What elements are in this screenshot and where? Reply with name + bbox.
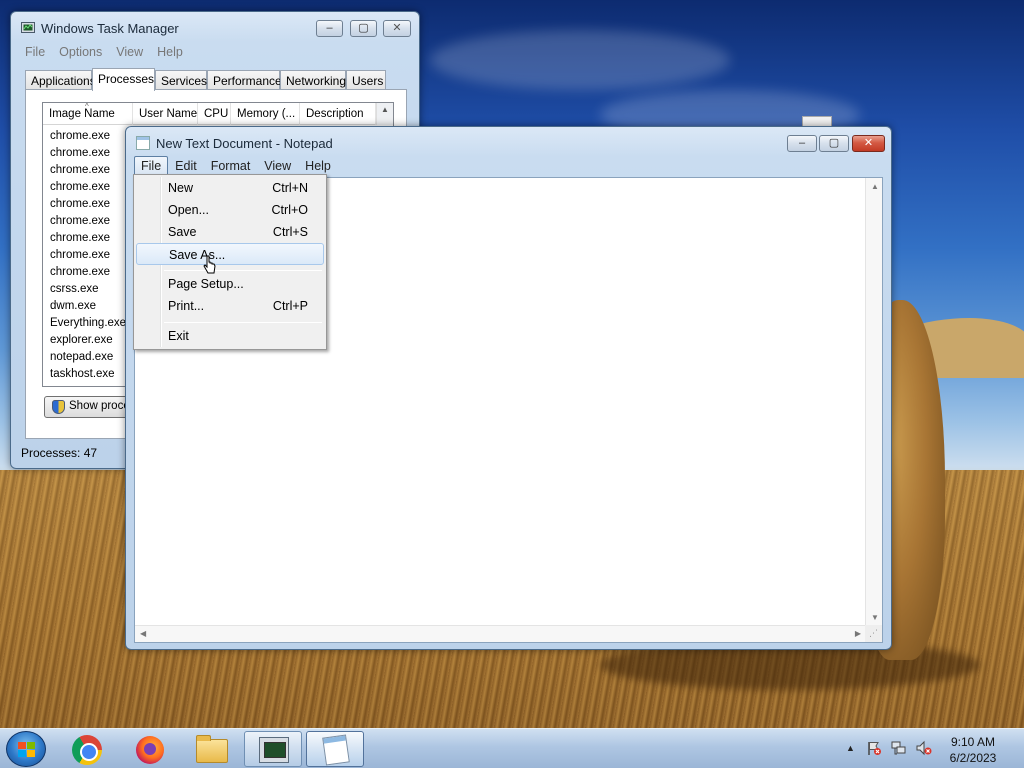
tab-networking[interactable]: Networking (280, 70, 346, 90)
chrome-icon (72, 735, 102, 765)
process-row[interactable]: notepad.exe (43, 349, 126, 366)
file-menu-item-open[interactable]: Open... Ctrl+O (136, 199, 324, 221)
process-row[interactable]: chrome.exe (43, 162, 126, 179)
action-center-flag-icon[interactable] (866, 740, 882, 756)
clock-time: 9:10 AM (950, 735, 996, 749)
close-button[interactable]: ✕ (852, 135, 885, 152)
menu-view[interactable]: View (257, 156, 298, 176)
taskbar: ▲ 9:10 AM 6/2/2023 (0, 728, 1024, 768)
file-menu-item-print[interactable]: Print... Ctrl+P (136, 295, 324, 317)
scroll-left-arrow-icon[interactable]: ◀ (140, 629, 146, 638)
process-row[interactable]: chrome.exe (43, 145, 126, 162)
close-button[interactable]: ✕ (383, 20, 411, 37)
process-row[interactable]: explorer.exe (43, 332, 126, 349)
task-manager-menubar: File Options View Help (19, 42, 411, 62)
minimize-button[interactable]: – (316, 20, 343, 37)
task-manager-titlebar[interactable]: Windows Task Manager – ▢ ✕ (11, 12, 419, 42)
menu-help[interactable]: Help (150, 42, 190, 62)
task-manager-icon (259, 737, 289, 763)
vertical-scrollbar[interactable]: ▲ ▼ (865, 178, 882, 626)
taskbar-explorer-button[interactable] (182, 731, 240, 767)
process-row[interactable]: csrss.exe (43, 281, 126, 298)
process-row[interactable]: taskhost.exe (43, 366, 126, 383)
process-row[interactable]: chrome.exe (43, 196, 126, 213)
clock-date: 6/2/2023 (949, 751, 997, 765)
tab-performance[interactable]: Performance (207, 70, 282, 90)
menu-options[interactable]: Options (52, 42, 109, 62)
process-row[interactable]: Everything.exe (43, 315, 126, 332)
column-user-name[interactable]: User Name (133, 103, 198, 125)
column-description[interactable]: Description (300, 103, 376, 125)
process-row[interactable]: chrome.exe (43, 128, 126, 145)
horizontal-scrollbar[interactable]: ◀ ▶ (135, 625, 866, 642)
task-manager-title: Windows Task Manager (41, 21, 179, 36)
column-image-name[interactable]: ^ Image Name (43, 103, 133, 125)
show-hidden-icons-button[interactable]: ▲ (846, 743, 855, 753)
process-list-header: ^ Image Name User Name CPU Memory (... De… (43, 103, 393, 125)
taskbar-firefox-button[interactable] (120, 731, 178, 767)
process-row[interactable]: chrome.exe (43, 213, 126, 230)
scroll-right-arrow-icon[interactable]: ▶ (855, 629, 861, 638)
file-menu-item-save-as[interactable]: Save As... (136, 243, 324, 265)
menu-format[interactable]: Format (204, 156, 258, 176)
firefox-icon (136, 736, 164, 764)
notepad-icon (322, 734, 350, 766)
process-row[interactable]: chrome.exe (43, 179, 126, 196)
process-row[interactable]: chrome.exe (43, 264, 126, 281)
windows-logo-icon (18, 742, 36, 758)
sort-ascending-icon: ^ (85, 103, 89, 111)
file-menu-dropdown: New Ctrl+N Open... Ctrl+O Save Ctrl+S Save … (133, 174, 327, 350)
network-icon[interactable] (891, 740, 907, 756)
menu-separator (164, 322, 322, 323)
process-row[interactable]: chrome.exe (43, 247, 126, 264)
scroll-up-arrow-icon[interactable]: ▲ (376, 103, 393, 125)
menu-file[interactable]: File (19, 42, 52, 62)
menu-view[interactable]: View (109, 42, 150, 62)
process-row[interactable]: dwm.exe (43, 298, 126, 315)
resize-grip-icon[interactable]: ⋰ (865, 625, 882, 642)
uac-shield-icon (52, 400, 65, 414)
process-rows: chrome.exe chrome.exe chrome.exe chrome.exe… (43, 128, 126, 383)
taskbar-notepad-button[interactable] (306, 731, 364, 767)
file-menu-item-new[interactable]: New Ctrl+N (136, 177, 324, 199)
menu-help[interactable]: Help (298, 156, 338, 176)
volume-muted-icon[interactable] (916, 740, 932, 756)
file-menu-item-page-setup[interactable]: Page Setup... (136, 273, 324, 295)
menu-separator (164, 270, 322, 271)
minimize-button[interactable]: – (787, 135, 817, 152)
column-memory[interactable]: Memory (... (231, 103, 300, 125)
process-row[interactable]: chrome.exe (43, 230, 126, 247)
menu-file[interactable]: File (134, 156, 169, 176)
notepad-menubar: File Edit Format View Help (134, 156, 883, 176)
tab-applications[interactable]: Applications (25, 70, 96, 90)
file-menu-item-save[interactable]: Save Ctrl+S (136, 221, 324, 243)
notepad-app-icon (136, 136, 150, 150)
scroll-down-arrow-icon[interactable]: ▼ (871, 613, 879, 622)
mouse-pointer-icon (203, 255, 216, 274)
maximize-button[interactable]: ▢ (819, 135, 849, 152)
tab-processes[interactable]: Processes (92, 68, 155, 91)
tab-services[interactable]: Services (155, 70, 207, 90)
notepad-titlebar[interactable]: New Text Document - Notepad – ▢ ✕ (126, 127, 891, 157)
file-menu-item-exit[interactable]: Exit (136, 325, 324, 347)
system-clock[interactable]: 9:10 AM 6/2/2023 (936, 734, 1010, 766)
scroll-up-arrow-icon[interactable]: ▲ (871, 182, 879, 191)
task-manager-app-icon (21, 22, 35, 33)
file-explorer-icon (196, 735, 228, 763)
taskbar-task-manager-button[interactable] (244, 731, 302, 767)
maximize-button[interactable]: ▢ (350, 20, 377, 37)
notepad-title: New Text Document - Notepad (156, 136, 333, 151)
tab-users[interactable]: Users (346, 70, 386, 90)
taskbar-chrome-button[interactable] (57, 731, 115, 767)
start-button[interactable] (6, 731, 46, 767)
menu-edit[interactable]: Edit (168, 156, 204, 176)
column-cpu[interactable]: CPU (198, 103, 231, 125)
